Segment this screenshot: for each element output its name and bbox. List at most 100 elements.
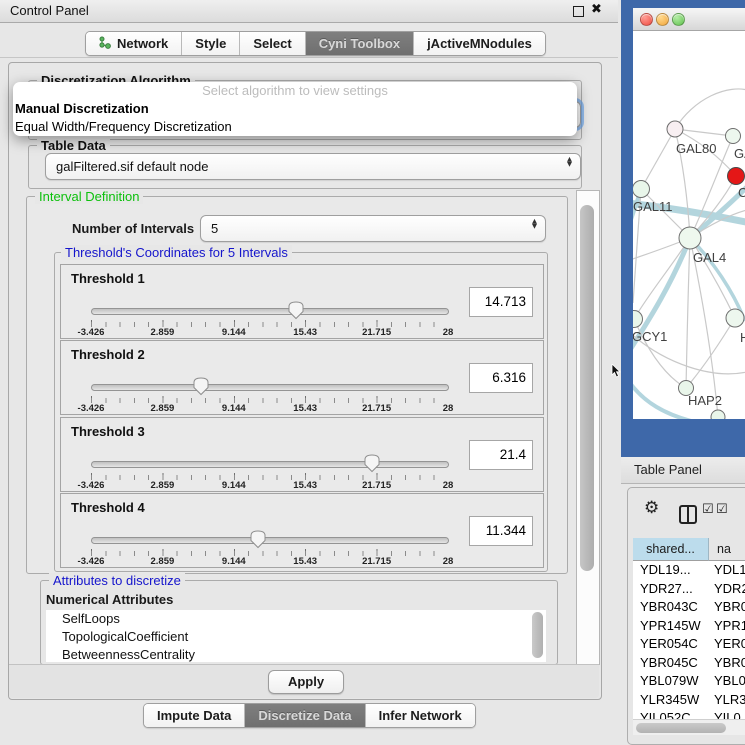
svg-text:GAL80: GAL80 <box>676 141 716 156</box>
checkbox-icon[interactable]: ☑ <box>716 502 728 517</box>
node-gal4 <box>679 227 701 249</box>
tab-jactivemnodules[interactable]: jActiveMNodules <box>414 32 545 55</box>
dropdown-item-equal-width-frequency[interactable]: Equal Width/Frequency Discretization <box>13 118 577 136</box>
network-window-titlebar[interactable] <box>633 8 745 31</box>
svg-text:GA: GA <box>734 146 745 161</box>
apply-button[interactable]: Apply <box>268 670 344 694</box>
tab-label: Cyni Toolbox <box>319 36 400 51</box>
table-row[interactable]: YPR145WYPR1 <box>633 617 745 636</box>
dropdown-item-manual-discretization[interactable]: Manual Discretization <box>13 100 577 118</box>
svg-text:GAL11: GAL11 <box>633 199 673 214</box>
table-panel: ⚙ ☑ ☑ shared... na YDL19...YDL1 YDR27...… <box>627 487 745 745</box>
combo-arrows-icon: ▲▼ <box>567 157 572 167</box>
slider-thumb[interactable] <box>364 454 380 473</box>
table-row[interactable]: YLR345WYLR3 <box>633 691 745 710</box>
tab-infer-network[interactable]: Infer Network <box>366 704 475 727</box>
numerical-attributes-list[interactable]: SelfLoops TopologicalCoefficient Between… <box>46 610 546 662</box>
zoom-traffic-light[interactable] <box>672 13 685 26</box>
table-data-combobox[interactable]: galFiltered.sif default node ▲▼ <box>45 153 581 180</box>
mouse-cursor <box>611 364 621 381</box>
slider-thumb[interactable] <box>250 530 266 549</box>
slider-thumb[interactable] <box>288 301 304 320</box>
threshold-3-slider[interactable] <box>91 454 447 474</box>
threshold-1-panel: Threshold 1 -3.426 2.859 9.144 15.43 21.… <box>60 264 544 339</box>
slider-track[interactable] <box>91 537 449 544</box>
cyni-bottom-tabs: Impute Data Discretize Data Infer Networ… <box>143 703 476 728</box>
threshold-2-slider[interactable] <box>91 377 447 397</box>
slider-track[interactable] <box>91 308 449 315</box>
list-item[interactable]: TopologicalCoefficient <box>46 628 546 646</box>
threshold-4-panel: Threshold 4 -3.426 2.859 9.144 15.43 21.… <box>60 493 544 568</box>
slider-track[interactable] <box>91 384 449 391</box>
list-item[interactable]: BetweennessCentrality <box>46 646 546 662</box>
group-title: Table Data <box>37 138 110 153</box>
node-top-right <box>726 129 741 144</box>
node-gcy1 <box>633 311 643 328</box>
close-icon[interactable]: ✖ <box>591 2 602 17</box>
panel-scrollbar[interactable] <box>576 190 600 665</box>
tab-network[interactable]: Network <box>86 32 182 55</box>
threshold-label: Threshold 2 <box>71 347 145 362</box>
node-table[interactable]: shared... na YDL19...YDL1 YDR27...YDR2 Y… <box>633 538 745 719</box>
node-gal11 <box>633 181 650 198</box>
table-row[interactable]: YDR27...YDR2 <box>633 580 745 599</box>
panel-title: Control Panel <box>10 3 89 18</box>
tab-select[interactable]: Select <box>240 32 305 55</box>
combo-value: galFiltered.sif default node <box>56 159 208 174</box>
threshold-4-value-field[interactable]: 11.344 <box>469 516 533 546</box>
column-header-shared-name[interactable]: shared... <box>633 538 709 561</box>
minimize-traffic-light[interactable] <box>656 13 669 26</box>
list-item[interactable]: SelfLoops <box>46 610 546 628</box>
tab-impute-data[interactable]: Impute Data <box>144 704 245 727</box>
gear-icon[interactable]: ⚙ <box>644 498 659 518</box>
tab-style[interactable]: Style <box>182 32 240 55</box>
threshold-3-panel: Threshold 3 -3.426 2.859 9.144 15.43 21.… <box>60 417 544 492</box>
node-bottom <box>711 410 725 419</box>
threshold-1-slider[interactable] <box>91 301 447 321</box>
columns-icon[interactable] <box>679 505 697 524</box>
slider-tick-labels: -3.426 2.859 9.144 15.43 21.715 28 <box>91 403 448 414</box>
dropdown-placeholder: Select algorithm to view settings <box>13 82 577 100</box>
table-row[interactable]: YBR045CYBR0 <box>633 654 745 673</box>
combo-arrows-icon: ▲▼ <box>532 219 537 229</box>
scrollbar-thumb[interactable] <box>636 723 726 733</box>
network-canvas[interactable]: GAL80 GA C GAL11 GAL4 GCY1 H HAP2 <box>633 31 745 419</box>
apply-strip: Apply <box>9 664 599 698</box>
threshold-4-slider[interactable] <box>91 530 447 550</box>
checkbox-icon[interactable]: ☑ <box>702 502 714 517</box>
tab-label: Discretize Data <box>258 708 351 723</box>
tab-label: Infer Network <box>379 708 462 723</box>
slider-thumb[interactable] <box>193 377 209 396</box>
table-data-group: Table Data galFiltered.sif default node … <box>28 145 582 189</box>
scrollbar-thumb[interactable] <box>580 205 594 571</box>
table-horizontal-scrollbar[interactable] <box>633 719 745 735</box>
threshold-3-value-field[interactable]: 21.4 <box>469 440 533 470</box>
tab-label: jActiveMNodules <box>427 36 532 51</box>
table-row[interactable]: YER054CYER0 <box>633 635 745 654</box>
table-panel-header: Table Panel <box>621 457 745 484</box>
tab-label: Select <box>253 36 291 51</box>
table-row[interactable]: YDL19...YDL1 <box>633 561 745 580</box>
list-scrollbar[interactable] <box>532 612 543 658</box>
table-row[interactable]: YIL052CYIL0 <box>633 709 745 719</box>
number-of-intervals-combobox[interactable]: 5 ▲▼ <box>200 215 546 242</box>
close-traffic-light[interactable] <box>640 13 653 26</box>
float-icon[interactable] <box>573 6 584 17</box>
control-panel-titlebar: Control Panel ✖ <box>0 0 618 23</box>
threshold-1-value-field[interactable]: 14.713 <box>469 287 533 317</box>
svg-text:GCY1: GCY1 <box>633 329 667 344</box>
table-row[interactable]: YBL079WYBL0 <box>633 672 745 691</box>
slider-track[interactable] <box>91 461 449 468</box>
svg-text:GAL4: GAL4 <box>693 250 726 265</box>
tab-label: Style <box>195 36 226 51</box>
column-header-name[interactable]: na <box>709 538 745 561</box>
tab-cyni-toolbox[interactable]: Cyni Toolbox <box>306 32 414 55</box>
threshold-2-value-field[interactable]: 6.316 <box>469 363 533 393</box>
node-selected-red <box>728 168 745 185</box>
threshold-label: Threshold 4 <box>71 500 145 515</box>
tab-discretize-data[interactable]: Discretize Data <box>245 704 365 727</box>
slider-tick-labels: -3.426 2.859 9.144 15.43 21.715 28 <box>91 556 448 567</box>
node-gal80 <box>667 121 683 137</box>
table-row[interactable]: YBR043CYBR0 <box>633 598 745 617</box>
threshold-2-panel: Threshold 2 -3.426 2.859 9.144 15.43 21.… <box>60 340 544 415</box>
